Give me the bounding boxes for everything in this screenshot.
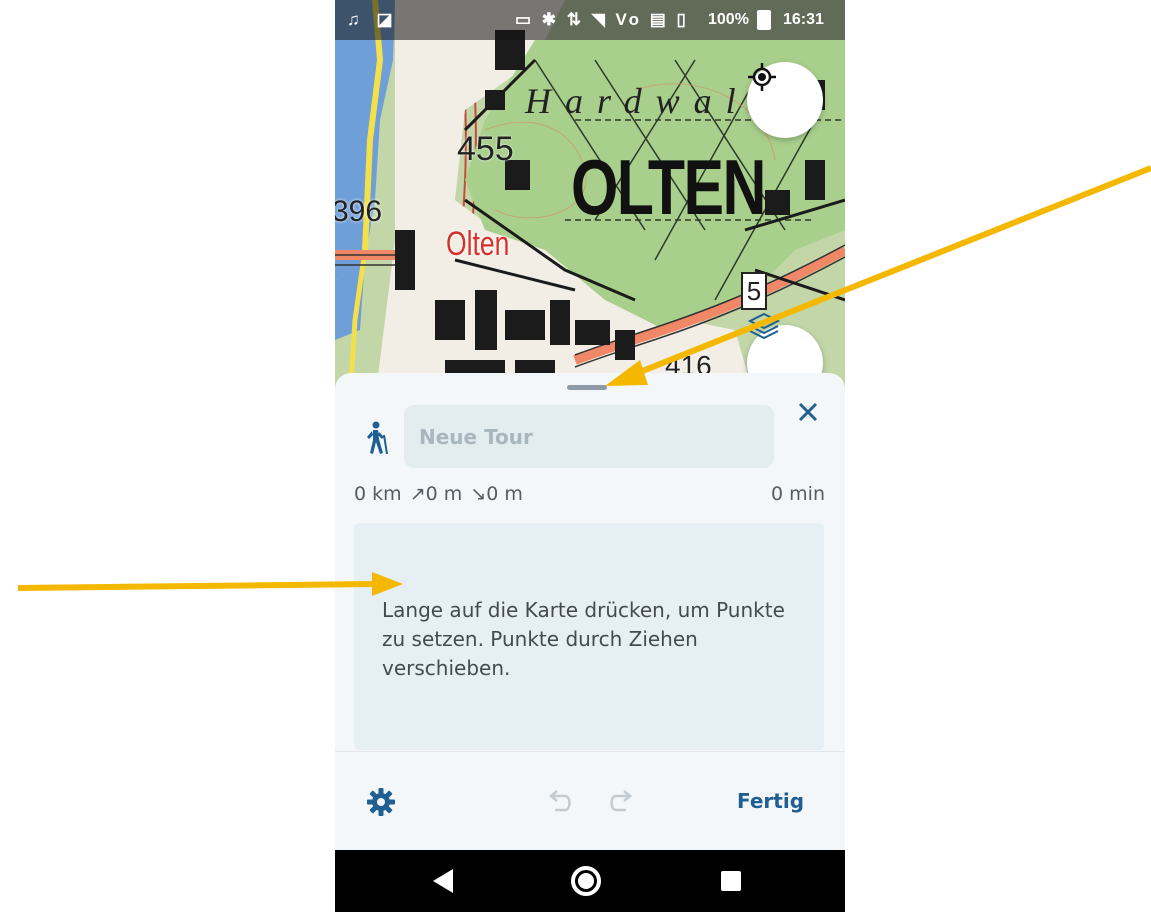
arrow-to-hint-panel — [17, 572, 403, 596]
annotation-arrows — [17, 165, 1151, 596]
arrow-to-drag-handle — [605, 165, 1151, 386]
